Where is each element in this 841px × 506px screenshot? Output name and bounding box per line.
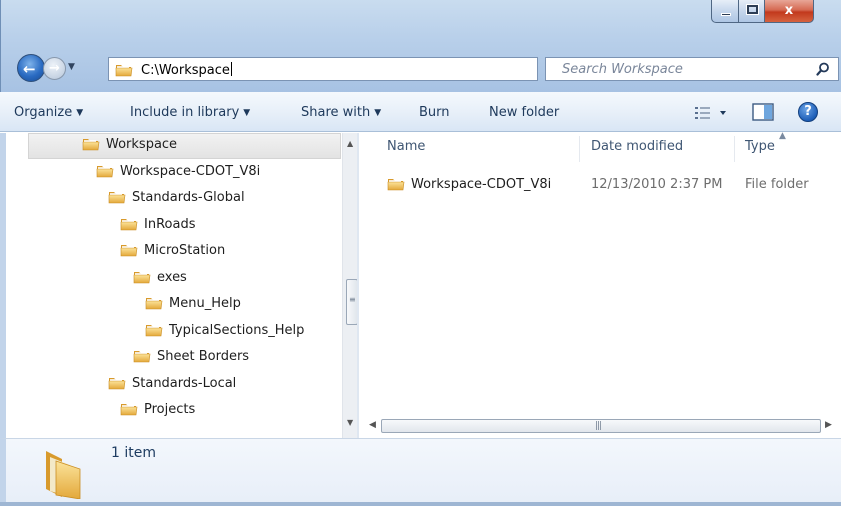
organize-menu[interactable]: Organize ▼ <box>14 105 83 120</box>
folder-icon <box>108 189 126 205</box>
folder-icon <box>133 348 151 364</box>
organize-label: Organize <box>14 105 73 120</box>
file-date-modified: 12/13/2010 2:37 PM <box>591 177 723 192</box>
navigation-pane: Workspace Workspace-CDOT_V8i Standards-Glo… <box>0 133 357 438</box>
chevron-down-icon: ▼ <box>374 108 382 118</box>
address-input[interactable]: C:\Workspace <box>141 62 232 78</box>
column-header-date-modified[interactable]: Date modified <box>591 139 683 154</box>
column-header-type[interactable]: Type <box>745 139 775 154</box>
arrow-right-icon: → <box>49 61 60 76</box>
folder-icon <box>96 163 114 179</box>
title-bar: x ← → ▼ C:\Workspace ▼ ⇆ Search Workspac… <box>0 0 841 92</box>
scrollbar-thumb[interactable]: ≡ <box>346 279 357 325</box>
address-bar[interactable]: C:\Workspace ▼ ⇆ <box>108 57 631 81</box>
share-with-label: Share with <box>301 105 371 120</box>
include-in-library-label: Include in library <box>130 105 240 120</box>
share-with-menu[interactable]: Share with ▼ <box>301 105 381 120</box>
forward-button[interactable]: → <box>43 57 66 80</box>
folder-icon <box>145 322 163 338</box>
folder-icon <box>387 176 405 192</box>
column-divider[interactable] <box>579 136 580 162</box>
item-count: 1 item <box>111 445 156 461</box>
tree-item-label: Workspace-CDOT_V8i <box>120 163 261 179</box>
tree-item-label: InRoads <box>144 216 196 232</box>
tree-selection-highlight <box>28 133 341 159</box>
scroll-left-icon[interactable]: ◀ <box>369 420 376 430</box>
arrow-left-icon: ← <box>23 60 36 78</box>
views-icon[interactable] <box>694 104 730 122</box>
folder-icon <box>120 401 138 417</box>
include-in-library-menu[interactable]: Include in library ▼ <box>130 105 250 120</box>
folder-icon <box>120 216 138 232</box>
text-caret <box>230 62 232 76</box>
tree-item-label: Projects <box>144 402 196 417</box>
navigation-scrollbar[interactable]: ▲ ≡ ▼ <box>342 133 357 438</box>
scrollbar-thumb[interactable]: ||| <box>381 419 821 433</box>
chevron-down-icon: ▼ <box>76 108 84 118</box>
search-icon[interactable] <box>816 62 830 76</box>
folder-icon <box>82 136 100 152</box>
scroll-down-icon[interactable]: ▼ <box>347 418 353 427</box>
folder-icon <box>108 375 126 391</box>
file-row[interactable]: Workspace-CDOT_V8i 12/13/2010 2:37 PM Fi… <box>381 174 841 198</box>
close-button[interactable]: x <box>764 0 814 23</box>
chevron-down-icon: ▼ <box>243 108 251 118</box>
tree-item-label: exes <box>157 269 187 285</box>
new-folder-button[interactable]: New folder <box>489 105 559 120</box>
maximize-button[interactable] <box>738 0 765 23</box>
tree-item-label: Menu_Help <box>169 296 241 311</box>
explorer-window: x ← → ▼ C:\Workspace ▼ ⇆ Search Workspac… <box>0 0 841 506</box>
tree-item-label: Sheet Borders <box>157 349 250 364</box>
search-input[interactable]: Search Workspace <box>562 62 683 77</box>
column-header-name[interactable]: Name <box>387 139 425 154</box>
search-box[interactable]: Search Workspace <box>545 57 839 81</box>
file-list-pane: Name Date modified Type ▲ Workspace-CDOT… <box>359 131 841 438</box>
command-bar: Organize ▼ Include in library ▼ Share with… <box>0 92 841 132</box>
grip-icon: ||| <box>595 421 602 431</box>
burn-button[interactable]: Burn <box>419 105 450 120</box>
horizontal-scrollbar[interactable]: ◀ ||| ▶ <box>359 416 841 436</box>
minimize-button[interactable] <box>711 0 739 23</box>
grip-icon: ≡ <box>349 295 356 304</box>
help-button[interactable]: ? <box>798 102 818 122</box>
recent-pages-dropdown[interactable]: ▼ <box>68 62 80 76</box>
preview-pane-icon[interactable] <box>752 102 774 122</box>
tree-item-label: TypicalSections_Help <box>169 322 305 338</box>
help-icon: ? <box>804 104 812 119</box>
minimize-icon <box>721 13 731 16</box>
tree-item-label: Workspace <box>106 137 178 152</box>
window-bottom-edge <box>0 502 841 506</box>
folder-icon <box>115 62 133 78</box>
close-icon: x <box>784 3 794 18</box>
column-divider[interactable] <box>734 136 735 162</box>
tree-item-label: MicroStation <box>144 243 226 258</box>
address-value: C:\Workspace <box>141 63 230 78</box>
sort-ascending-icon: ▲ <box>779 131 786 141</box>
back-button[interactable]: ← <box>17 54 45 82</box>
tree-item-label: Standards-Global <box>132 190 245 205</box>
folder-icon <box>133 269 151 285</box>
maximize-icon <box>746 4 759 15</box>
scroll-up-icon[interactable]: ▲ <box>347 139 353 148</box>
tree-item-label: Standards-Local <box>132 375 237 391</box>
file-name: Workspace-CDOT_V8i <box>411 177 552 192</box>
scroll-right-icon[interactable]: ▶ <box>825 420 832 430</box>
details-pane: 1 item <box>0 438 841 506</box>
folder-icon <box>46 451 81 499</box>
file-type: File folder <box>745 177 809 192</box>
folder-icon <box>120 242 138 258</box>
folder-icon <box>145 295 163 311</box>
